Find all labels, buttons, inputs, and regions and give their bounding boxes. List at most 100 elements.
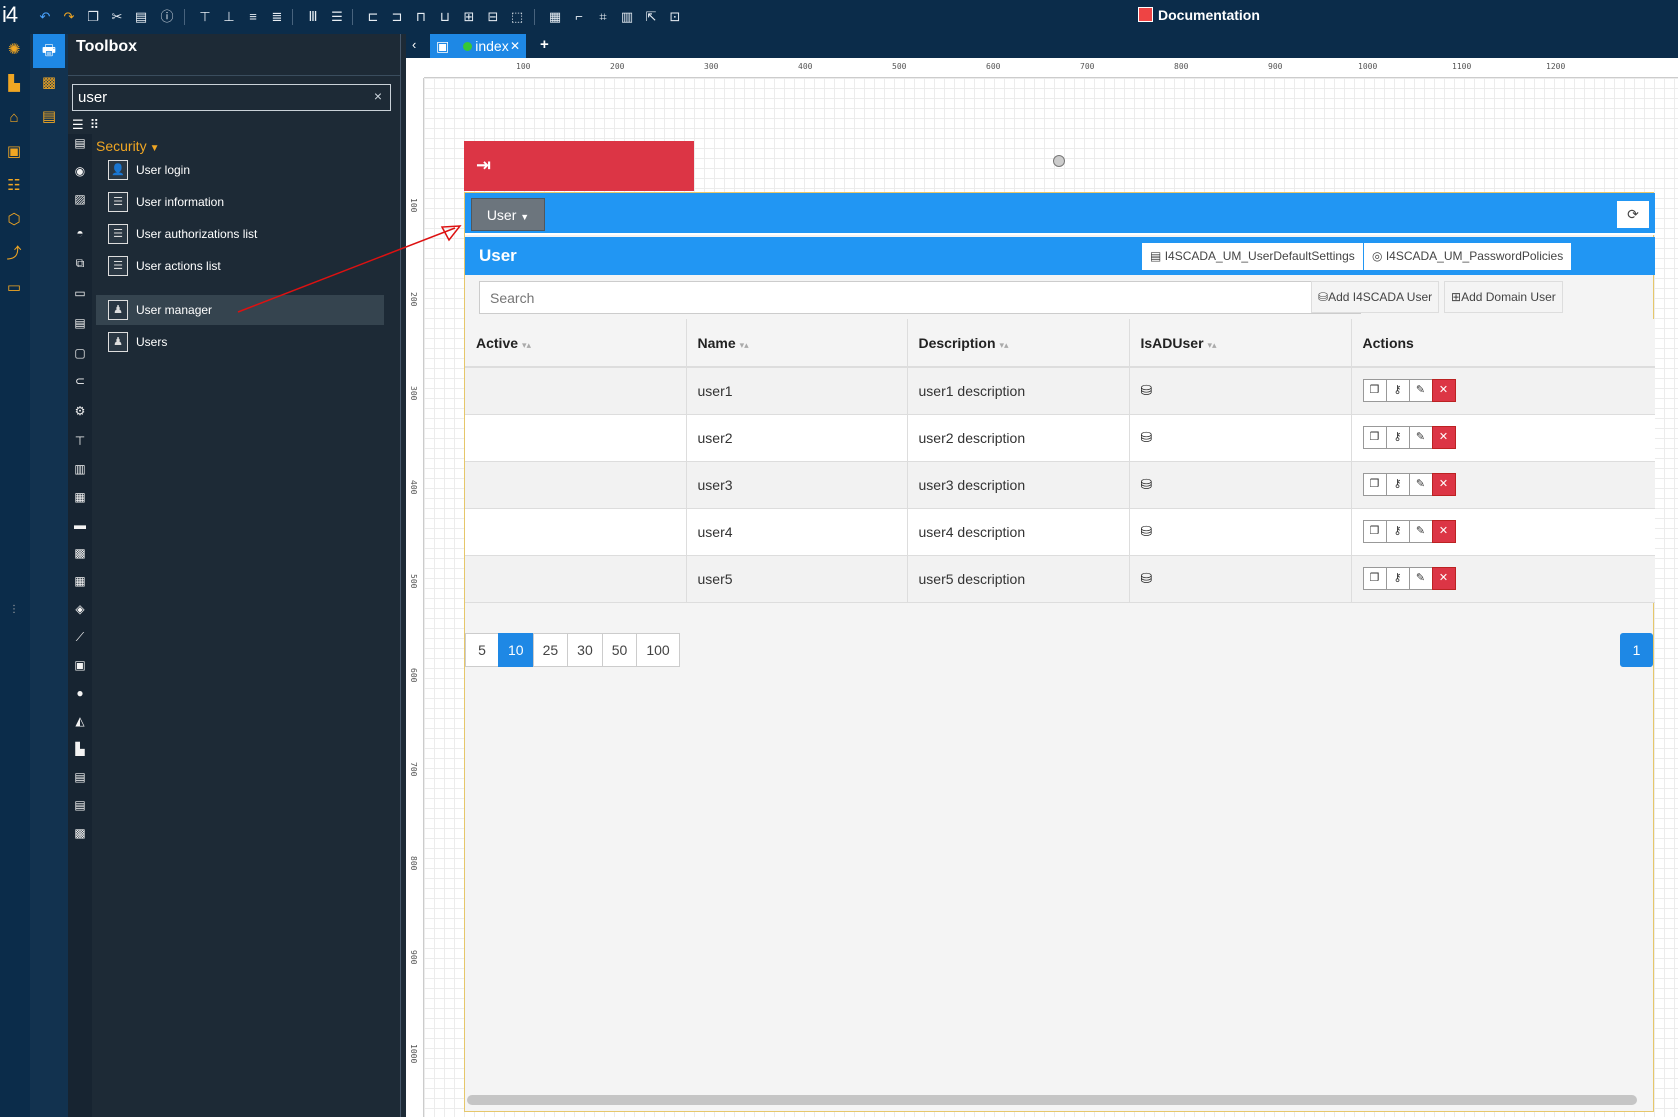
drag-handle-icon[interactable]: ⋮ xyxy=(4,600,24,620)
chart-icon[interactable]: ▙ xyxy=(4,74,24,94)
table-row[interactable]: user5 user5 description ⛁ ❐ ⚷ ✎ ✕ xyxy=(465,555,1655,603)
change-password-button[interactable]: ⚷ xyxy=(1385,426,1410,449)
trend-icon[interactable]: ⤴ xyxy=(4,244,24,264)
paste-icon[interactable]: ▤ xyxy=(132,8,150,26)
sort-icon[interactable]: ▾▴ xyxy=(1000,340,1009,350)
building-icon[interactable]: ▦ xyxy=(71,572,89,590)
bring-forward-icon[interactable]: ≡ xyxy=(244,8,262,26)
page-size-10[interactable]: 10 xyxy=(498,633,534,667)
align-top-edge-icon[interactable]: ⊓ xyxy=(412,8,430,26)
film-icon[interactable]: ▬ xyxy=(71,516,89,534)
group-icon[interactable]: ⬚ xyxy=(508,8,526,26)
page-size-25[interactable]: 25 xyxy=(532,633,569,667)
change-password-button[interactable]: ⚷ xyxy=(1385,520,1410,543)
cut-icon[interactable]: ✂ xyxy=(108,8,126,26)
distribute-vertical-icon[interactable]: ☰ xyxy=(328,8,346,26)
layout-icon[interactable]: ▩ xyxy=(38,72,60,94)
box-icon[interactable]: ◈ xyxy=(71,600,89,618)
section-security[interactable]: Security ▼ xyxy=(96,138,159,154)
page-button-current[interactable]: 1 xyxy=(1620,633,1653,667)
chevron-left-icon[interactable]: ‹ xyxy=(412,37,416,52)
list-icon[interactable]: ▤ xyxy=(71,134,89,152)
table-icon[interactable]: ▥ xyxy=(618,8,636,26)
change-password-button[interactable]: ⚷ xyxy=(1385,567,1410,590)
documentation-link[interactable]: Documentation xyxy=(1138,7,1260,23)
copy-user-button[interactable]: ❐ xyxy=(1362,520,1387,543)
align-right-icon[interactable]: ⊐ xyxy=(388,8,406,26)
add-scada-user-button[interactable]: ⛁Add I4SCADA User xyxy=(1311,281,1440,313)
settings-icon[interactable]: ✺ xyxy=(4,40,24,60)
solar-icon[interactable]: ▩ xyxy=(71,544,89,562)
tool-user-information[interactable]: ☰ User information xyxy=(96,187,384,217)
table-row[interactable]: user2 user2 description ⛁ ❐ ⚷ ✎ ✕ xyxy=(465,414,1655,462)
brush-icon[interactable]: ⟋ xyxy=(71,628,89,646)
page-size-100[interactable]: 100 xyxy=(636,633,680,667)
change-password-button[interactable]: ⚷ xyxy=(1385,473,1410,496)
file-icon[interactable]: ▨ xyxy=(71,190,89,208)
list-alt-icon[interactable]: ▤ xyxy=(71,768,89,786)
delete-user-button[interactable]: ✕ xyxy=(1431,520,1456,543)
rotate-handle[interactable] xyxy=(1053,155,1065,167)
gears-icon[interactable]: ⚙ xyxy=(71,402,89,420)
table-row[interactable]: user3 user3 description ⛁ ❐ ⚷ ✎ ✕ xyxy=(465,461,1655,509)
column-isaduser[interactable]: IsADUser ▾▴ xyxy=(1129,319,1352,368)
list-alt-2-icon[interactable]: ▤ xyxy=(71,796,89,814)
password-policies-button[interactable]: ◎ I4SCADA_UM_PasswordPolicies xyxy=(1364,243,1572,270)
controls-icon[interactable]: ⧉ xyxy=(71,254,89,272)
user-default-settings-button[interactable]: ▤ I4SCADA_UM_UserDefaultSettings xyxy=(1142,243,1363,270)
edit-user-button[interactable]: ✎ xyxy=(1408,520,1433,543)
close-tab-icon[interactable]: ✕ xyxy=(510,34,520,58)
align-bottom-icon[interactable]: ⊥ xyxy=(220,8,238,26)
list-view-icon[interactable]: ☰ xyxy=(72,117,84,133)
image-icon[interactable]: ▣ xyxy=(4,142,24,162)
user-search-input[interactable] xyxy=(479,281,1361,314)
server-icon[interactable]: ☷ xyxy=(4,176,24,196)
distribute-horizontal-icon[interactable]: Ⅲ xyxy=(304,8,322,26)
align-bottom-edge-icon[interactable]: ⊔ xyxy=(436,8,454,26)
edit-user-button[interactable]: ✎ xyxy=(1408,379,1433,403)
panel-icon[interactable]: ▢ xyxy=(71,344,89,362)
tool-user-login[interactable]: 👤 User login xyxy=(96,155,384,185)
page-size-50[interactable]: 50 xyxy=(601,633,638,667)
page-size-30[interactable]: 30 xyxy=(567,633,603,667)
cube-icon[interactable]: ⬡ xyxy=(4,210,24,230)
solar-2-icon[interactable]: ▩ xyxy=(71,824,89,842)
faucet-icon[interactable]: ⊤ xyxy=(71,432,89,450)
align-center-icon[interactable]: ⊞ xyxy=(460,8,478,26)
clear-search-icon[interactable]: × xyxy=(374,88,382,104)
bell-icon[interactable]: ◭ xyxy=(71,712,89,730)
copy-user-button[interactable]: ❐ xyxy=(1362,379,1387,403)
tool-user-actions-list[interactable]: ☰ User actions list xyxy=(96,251,384,281)
sort-icon[interactable]: ▾▴ xyxy=(1208,340,1217,350)
delete-user-button[interactable]: ✕ xyxy=(1431,379,1456,403)
align-left-icon[interactable]: ⊏ xyxy=(364,8,382,26)
toolbox-case-icon[interactable]: ▣ xyxy=(71,656,89,674)
grid-view-icon[interactable]: ⠿ xyxy=(90,117,100,133)
tool-user-manager[interactable]: ♟ User manager xyxy=(96,295,384,325)
copy-user-button[interactable]: ❐ xyxy=(1362,473,1387,496)
add-domain-user-button[interactable]: ⊞Add Domain User xyxy=(1444,281,1563,313)
delete-user-button[interactable]: ✕ xyxy=(1431,567,1456,590)
zoom-fit-icon[interactable]: ⊡ xyxy=(666,8,684,26)
delete-user-button[interactable]: ✕ xyxy=(1431,426,1456,449)
user-dropdown-button[interactable]: User ▼ xyxy=(471,198,545,231)
tool-users[interactable]: ♟ Users xyxy=(96,327,384,357)
link-icon[interactable]: ⊂ xyxy=(71,372,89,390)
toolbox-icon[interactable]: 🖶 xyxy=(33,34,65,68)
pointer-icon[interactable]: ⇱ xyxy=(642,8,660,26)
page-size-5[interactable]: 5 xyxy=(465,633,499,667)
change-password-button[interactable]: ⚷ xyxy=(1385,379,1410,403)
fit-icon[interactable]: ⌗ xyxy=(594,8,612,26)
horizontal-scrollbar[interactable] xyxy=(467,1095,1637,1105)
security-icon[interactable]: ◉ xyxy=(71,162,89,180)
copy-user-button[interactable]: ❐ xyxy=(1362,567,1387,590)
add-tab-icon[interactable]: + xyxy=(540,36,549,53)
send-backward-icon[interactable]: ≣ xyxy=(268,8,286,26)
undo-icon[interactable]: ↶ xyxy=(36,8,54,26)
eye-icon[interactable]: ◓ xyxy=(71,224,89,242)
align-top-icon[interactable]: ⊤ xyxy=(196,8,214,26)
rectangle-icon[interactable]: ▭ xyxy=(71,284,89,302)
table-list-icon[interactable]: ▤ xyxy=(71,314,89,332)
lock-icon[interactable]: ⌂ xyxy=(4,108,24,128)
bar-chart-icon[interactable]: ▙ xyxy=(71,740,89,758)
